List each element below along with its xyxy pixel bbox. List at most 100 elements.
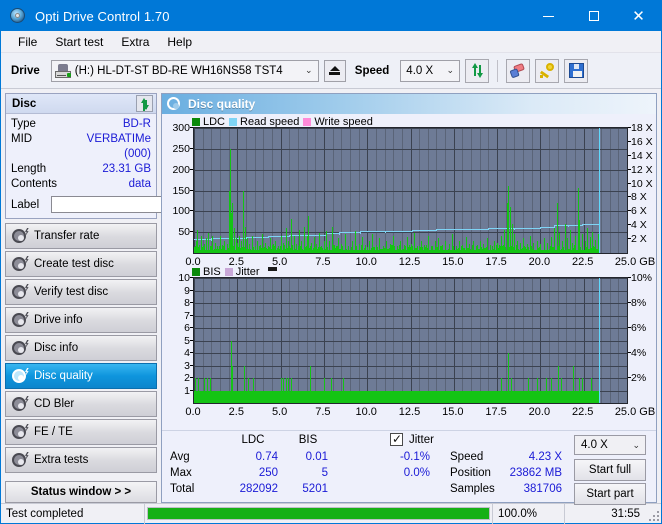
stats-header-bis: BIS <box>298 434 318 446</box>
refresh-button[interactable] <box>465 58 490 83</box>
x-tick-label: 10.0 <box>355 406 377 418</box>
data-bar <box>286 378 287 403</box>
y-tick-mark-right <box>628 154 631 156</box>
chart-cursor[interactable] <box>599 128 600 253</box>
grid-line-horizontal <box>194 366 627 367</box>
start-full-button[interactable]: Start full <box>574 459 646 481</box>
disc-panel-title: Disc <box>12 97 37 110</box>
y-tick-label-right: 8% <box>631 297 647 309</box>
resize-grip[interactable] <box>645 507 659 521</box>
y-tick-label: 1 <box>184 384 190 397</box>
disc-contents-label: Contents <box>11 178 58 190</box>
data-bar <box>283 378 284 403</box>
y-tick-mark <box>190 339 193 341</box>
bis-plot[interactable] <box>193 277 628 404</box>
chevron-down-icon: ⌄ <box>632 439 640 450</box>
read-speed-line <box>514 227 541 229</box>
data-bar <box>198 378 199 403</box>
sidebar-item-fe-te[interactable]: FE / TE <box>5 419 157 445</box>
x-tick-label: 2.5 <box>228 256 244 268</box>
disc-info-panel: Disc Type BD-R MID VERBATIMe (000) Lengt… <box>5 93 253 219</box>
data-bar <box>343 378 344 403</box>
save-icon <box>568 63 584 78</box>
start-part-button[interactable]: Start part <box>574 483 646 505</box>
sidebar-item-cd-bler[interactable]: CD Bler <box>5 391 157 417</box>
close-button[interactable]: ✕ <box>616 1 661 31</box>
data-baseline <box>194 391 599 403</box>
read-speed-line <box>462 228 489 230</box>
read-speed-line <box>308 234 326 236</box>
grid-line-horizontal <box>194 232 627 233</box>
disc-icon <box>12 339 29 356</box>
data-bar <box>546 378 547 403</box>
main-panel-header: Disc quality <box>162 94 656 114</box>
grid-line-horizontal <box>194 291 627 292</box>
x-tick-label: 17.5 <box>485 256 507 268</box>
y-tick-mark <box>190 352 193 353</box>
disc-row-contents: Contents data <box>11 177 151 192</box>
key-icon <box>539 63 555 79</box>
speed-select[interactable]: 4.0 X ⌄ <box>400 59 461 82</box>
data-bar <box>554 228 555 253</box>
menu-help[interactable]: Help <box>158 33 201 51</box>
stats-header-ldc: LDC <box>241 434 265 446</box>
sidebar-item-label: Create test disc <box>34 258 114 270</box>
jitter-checkbox[interactable] <box>390 432 403 446</box>
eject-button[interactable] <box>323 59 346 82</box>
read-speed-line <box>412 229 423 231</box>
grid-line-vertical <box>627 278 628 403</box>
y-tick-mark <box>190 189 193 191</box>
sidebar-item-label: Transfer rate <box>34 230 100 242</box>
y-tick-label-right: 10% <box>631 272 653 284</box>
sidebar-item-transfer-rate[interactable]: Transfer rate <box>5 223 157 249</box>
sidebar-item-disc-quality[interactable]: Disc quality <box>5 363 157 389</box>
minimize-button[interactable] <box>526 1 571 31</box>
y-tick-label: 6 <box>184 322 190 334</box>
menu-start-test[interactable]: Start test <box>46 33 112 51</box>
disc-refresh-button[interactable] <box>136 95 153 112</box>
drive-select[interactable]: (H:) HL-DT-ST BD-RE WH16NS58 TST4 ⌄ <box>50 59 319 82</box>
disc-mid-label: MID <box>11 133 33 145</box>
stats-samples-label: Samples <box>450 483 495 495</box>
chart-cursor[interactable] <box>599 278 600 403</box>
sidebar-item-extra-tests[interactable]: Extra tests <box>5 447 157 473</box>
legend-swatch-write-speed <box>303 118 312 126</box>
key-button[interactable] <box>535 58 560 83</box>
data-bar <box>243 190 244 253</box>
x-tick-label: 15.0 <box>442 406 464 418</box>
read-speed-line <box>581 224 598 225</box>
status-bar: Test completed 100.0% 31:55 <box>1 503 661 524</box>
stats-header-jitter: Jitter <box>409 434 434 446</box>
stats-panel: LDC BIS Jitter Avg 0.74 0.01 -0.1% Max 2… <box>162 430 656 505</box>
elapsed-time: 31:55 <box>611 507 640 520</box>
legend-swatch-ldc <box>192 118 200 126</box>
sidebar-item-label: Extra tests <box>34 454 89 466</box>
disc-contents-value: data <box>128 178 151 190</box>
disc-label-row: Label <box>11 195 253 214</box>
status-window-button[interactable]: Status window > > <box>5 481 157 503</box>
menu-file[interactable]: File <box>9 33 46 51</box>
stats-speed-value: 4.23 X <box>528 451 562 463</box>
toolbar-separator <box>497 59 499 82</box>
y-tick-mark <box>190 147 193 149</box>
data-bar <box>511 378 512 403</box>
x-tick-label: 0.0 <box>185 256 201 268</box>
maximize-button[interactable] <box>571 1 616 31</box>
menu-extra[interactable]: Extra <box>112 33 158 51</box>
sidebar-item-label: Drive info <box>34 314 83 326</box>
sidebar-item-drive-info[interactable]: Drive info <box>5 307 157 333</box>
sidebar-item-verify-test-disc[interactable]: Verify test disc <box>5 279 157 305</box>
sidebar-item-create-test-disc[interactable]: Create test disc <box>5 251 157 277</box>
y-tick-mark <box>190 289 193 291</box>
drive-icon <box>54 63 71 78</box>
x-tick-label: 22.5 <box>571 406 594 418</box>
x-tick-label: 5.0 <box>271 406 288 418</box>
save-button[interactable] <box>564 58 589 83</box>
x-tick-label: 25.0 GB <box>614 256 656 268</box>
erase-button[interactable] <box>506 58 531 83</box>
sidebar-item-disc-info[interactable]: Disc info <box>5 335 157 361</box>
title-bar: Opti Drive Control 1.70 ✕ <box>1 1 661 31</box>
eject-icon <box>329 66 341 75</box>
ldc-plot[interactable] <box>193 127 628 254</box>
test-speed-select[interactable]: 4.0 X ⌄ <box>574 435 646 455</box>
